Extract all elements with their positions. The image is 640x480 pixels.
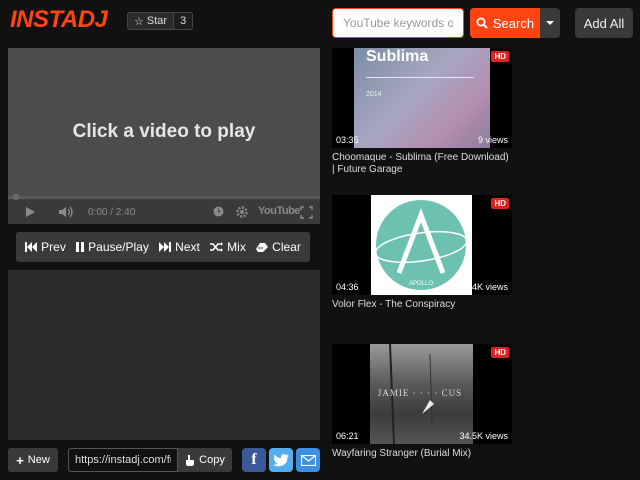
star-count[interactable]: 3 — [174, 12, 194, 30]
copy-button[interactable]: Copy — [178, 448, 232, 472]
watch-later-icon[interactable] — [213, 206, 224, 220]
search-result-item[interactable]: Sublima 2014 HD 03:35 9 views Choomaque … — [332, 48, 512, 176]
copy-label: Copy — [199, 454, 225, 466]
skip-back-icon — [25, 242, 38, 252]
video-player[interactable]: Click a video to play 0:00 / 2:40 YouTub… — [8, 48, 320, 224]
hd-badge: HD — [491, 347, 509, 358]
album-logo-icon: APOLLO — [374, 200, 468, 290]
new-playlist-button[interactable]: + New — [8, 448, 58, 472]
plus-icon: + — [16, 452, 24, 468]
mix-label: Mix — [227, 240, 246, 254]
search-button[interactable]: Search — [470, 8, 540, 38]
github-star-button[interactable]: ☆ Star 3 — [127, 12, 194, 30]
hd-badge: HD — [491, 198, 509, 209]
fullscreen-icon[interactable] — [300, 206, 313, 222]
new-label: New — [27, 454, 50, 466]
search-label: Search — [492, 15, 535, 31]
transport-controls: Prev Pause/Play Next Mix Clear — [16, 232, 310, 262]
prev-button[interactable]: Prev — [25, 240, 66, 254]
search-input[interactable] — [332, 8, 464, 38]
view-count: 64K views — [466, 282, 508, 292]
play-icon[interactable] — [24, 206, 36, 221]
pause-play-label: Pause/Play — [88, 240, 149, 254]
video-title[interactable]: Choomaque - Sublima (Free Download) | Fu… — [332, 152, 512, 176]
search-result-item[interactable]: JAMIE · · · · CUS HD 06:21 34.5K views W… — [332, 344, 512, 460]
star-label: Star — [146, 15, 168, 27]
video-title[interactable]: Wayfaring Stranger (Burial Mix) — [332, 448, 512, 460]
star-icon: ☆ — [134, 15, 144, 28]
video-thumbnail[interactable]: Sublima 2014 HD 03:35 9 views — [332, 48, 512, 148]
settings-gear-icon[interactable] — [235, 205, 249, 222]
prev-label: Prev — [41, 240, 66, 254]
hd-badge: HD — [491, 51, 509, 62]
view-count: 34.5K views — [459, 431, 508, 441]
next-label: Next — [175, 240, 200, 254]
video-title[interactable]: Volor Flex - The Conspiracy — [332, 299, 512, 311]
mix-button[interactable]: Mix — [210, 240, 246, 254]
video-duration: 06:21 — [336, 431, 359, 441]
skip-forward-icon — [159, 242, 172, 252]
email-share-button[interactable] — [296, 448, 320, 472]
clear-button[interactable]: Clear — [256, 240, 301, 254]
search-result-item[interactable]: APOLLO HD 04:36 64K views Volor Flex - T… — [332, 195, 512, 311]
youtube-logo[interactable]: YouTube — [258, 205, 300, 217]
add-all-button[interactable]: Add All — [575, 8, 633, 38]
search-icon — [476, 17, 488, 29]
eraser-icon — [256, 242, 269, 252]
album-photo: JAMIE · · · · CUS — [378, 344, 462, 444]
app-logo[interactable]: INSTADJ — [10, 6, 108, 34]
view-count: 9 views — [477, 135, 508, 145]
video-thumbnail[interactable]: JAMIE · · · · CUS HD 06:21 34.5K views — [332, 344, 512, 444]
twitter-icon — [273, 453, 289, 466]
video-duration: 04:36 — [336, 282, 359, 292]
shuffle-icon — [210, 242, 224, 252]
thumbnail-divider — [366, 77, 474, 78]
star-button-left[interactable]: ☆ Star — [127, 12, 175, 30]
facebook-icon: f — [251, 451, 257, 468]
thumbnail-title: Sublima — [366, 48, 429, 65]
video-duration: 03:35 — [336, 135, 359, 145]
clear-label: Clear — [272, 240, 301, 254]
volume-icon[interactable] — [58, 206, 74, 221]
pause-icon — [76, 242, 85, 252]
video-thumbnail[interactable]: APOLLO HD 04:36 64K views — [332, 195, 512, 295]
svg-text:APOLLO: APOLLO — [409, 281, 433, 287]
progress-handle[interactable] — [12, 193, 20, 204]
pause-play-button[interactable]: Pause/Play — [76, 240, 149, 254]
twitter-share-button[interactable] — [269, 448, 293, 472]
svg-text:JAMIE · · · · CUS: JAMIE · · · · CUS — [378, 388, 462, 398]
thumbnail-year: 2014 — [366, 91, 382, 98]
facebook-share-button[interactable]: f — [242, 448, 266, 472]
search-options-dropdown[interactable] — [540, 8, 560, 38]
player-time: 0:00 / 2:40 — [88, 207, 136, 218]
playlist-panel[interactable] — [8, 270, 320, 440]
hand-pointer-icon — [186, 454, 195, 466]
thumbnail-artwork: JAMIE · · · · CUS — [370, 344, 473, 444]
chevron-down-icon — [546, 21, 554, 25]
player-placeholder-message: Click a video to play — [72, 121, 256, 142]
progress-bar[interactable] — [8, 196, 320, 199]
share-url-field[interactable] — [68, 448, 178, 472]
envelope-icon — [300, 454, 316, 466]
next-button[interactable]: Next — [159, 240, 200, 254]
thumbnail-artwork: APOLLO — [371, 195, 472, 295]
